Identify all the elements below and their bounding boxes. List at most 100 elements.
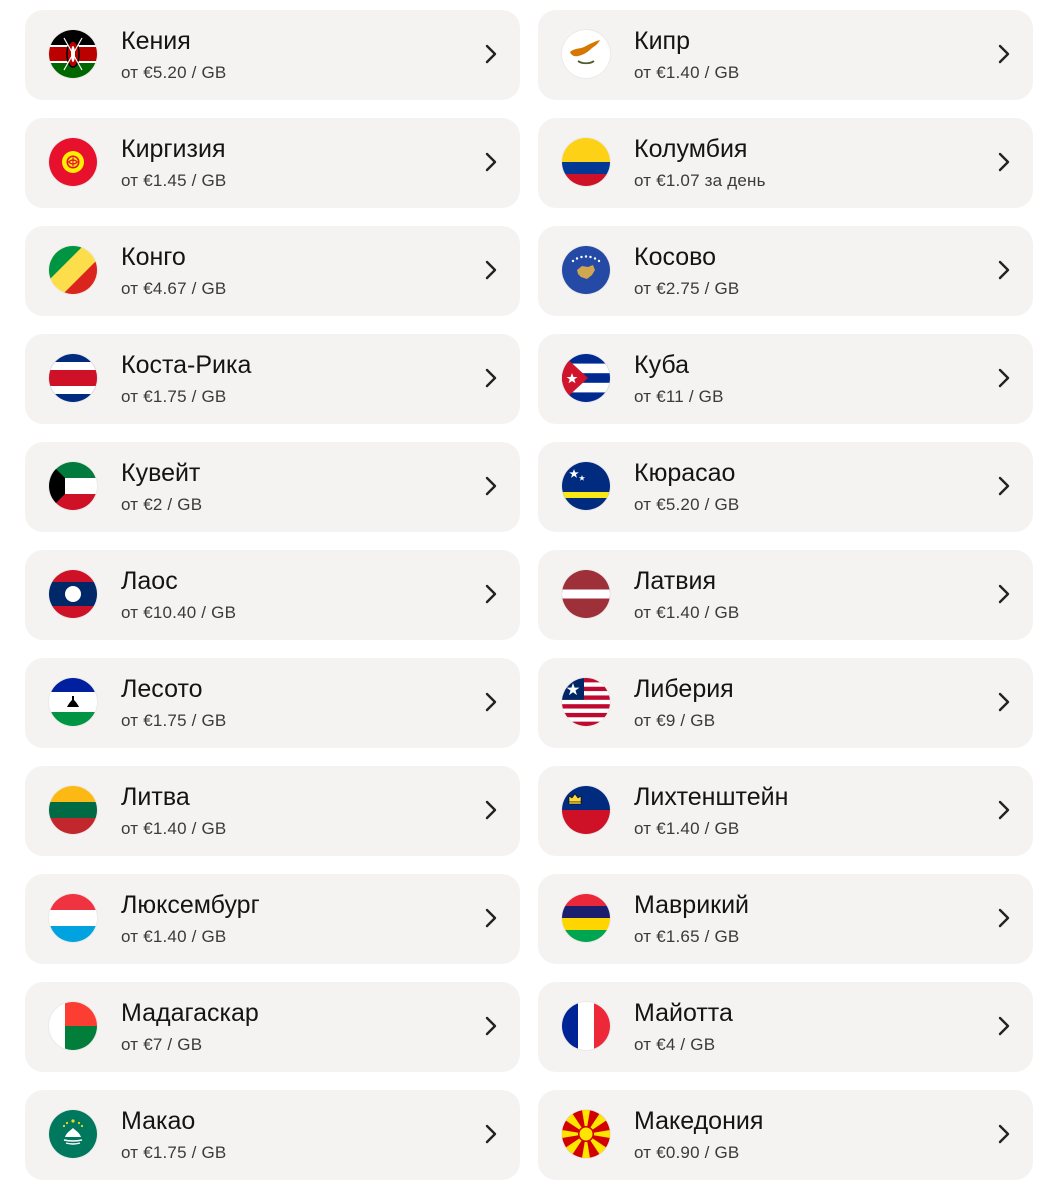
country-name: Макао (121, 1107, 196, 1135)
chevron-right-icon (484, 259, 498, 281)
chevron-right-icon (484, 583, 498, 605)
country-card-macedonia[interactable]: Македония от €0.90 / GB (538, 1090, 1033, 1180)
country-name: Кувейт (121, 459, 201, 487)
country-card-colombia[interactable]: Колумбия от €1.07 за день (538, 118, 1033, 208)
chevron-right-icon (997, 691, 1011, 713)
cyprus-flag-icon (562, 30, 610, 78)
madagascar-flag-icon (49, 1002, 97, 1050)
country-name: Конго (121, 243, 186, 271)
country-name: Маврикий (634, 891, 750, 919)
country-card-congo[interactable]: Конго от €4.67 / GB (25, 226, 520, 316)
country-price: от €1.40 / GB (634, 819, 740, 838)
country-price: от €5.20 / GB (634, 495, 740, 514)
country-name: Люксембург (121, 891, 260, 919)
chevron-right-icon (997, 1123, 1011, 1145)
country-price: от €1.65 / GB (634, 927, 740, 946)
lesotho-flag-icon (49, 678, 97, 726)
curacao-flag-icon (562, 462, 610, 510)
macau-flag-icon (49, 1110, 97, 1158)
country-name: Либерия (634, 675, 734, 703)
country-price: от €1.75 / GB (121, 711, 227, 730)
country-price: от €0.90 / GB (634, 1143, 740, 1162)
country-price: от €11 / GB (634, 387, 724, 406)
chevron-right-icon (484, 151, 498, 173)
country-price: от €1.40 / GB (121, 927, 227, 946)
chevron-right-icon (997, 367, 1011, 389)
chevron-right-icon (484, 799, 498, 821)
country-card-kuwait[interactable]: Кувейт от €2 / GB (25, 442, 520, 532)
laos-flag-icon (49, 570, 97, 618)
chevron-right-icon (997, 475, 1011, 497)
country-card-lesotho[interactable]: Лесото от €1.75 / GB (25, 658, 520, 748)
mauritius-flag-icon (562, 894, 610, 942)
country-card-kenya[interactable]: Кения от €5.20 / GB (25, 10, 520, 100)
kuwait-flag-icon (49, 462, 97, 510)
country-card-kyrgyzstan[interactable]: Киргизия от €1.45 / GB (25, 118, 520, 208)
chevron-right-icon (484, 1015, 498, 1037)
country-price: от €4.67 / GB (121, 279, 227, 298)
mayotte-flag-icon (562, 1002, 610, 1050)
country-card-luxembourg[interactable]: Люксембург от €1.40 / GB (25, 874, 520, 964)
country-price: от €4 / GB (634, 1035, 716, 1054)
kenya-flag-icon (49, 30, 97, 78)
country-card-lithuania[interactable]: Литва от €1.40 / GB (25, 766, 520, 856)
country-name: Колумбия (634, 135, 748, 163)
country-name: Куба (634, 351, 689, 379)
chevron-right-icon (997, 583, 1011, 605)
chevron-right-icon (997, 151, 1011, 173)
lithuania-flag-icon (49, 786, 97, 834)
country-card-liechtenstein[interactable]: Лихтенштейн от €1.40 / GB (538, 766, 1033, 856)
country-price: от €1.45 / GB (121, 171, 227, 190)
chevron-right-icon (997, 43, 1011, 65)
chevron-right-icon (484, 1123, 498, 1145)
country-price: от €1.75 / GB (121, 387, 227, 406)
country-card-macau[interactable]: Макао от €1.75 / GB (25, 1090, 520, 1180)
latvia-flag-icon (562, 570, 610, 618)
country-card-laos[interactable]: Лаос от €10.40 / GB (25, 550, 520, 640)
country-price: от €1.40 / GB (634, 603, 740, 622)
country-name: Литва (121, 783, 190, 811)
country-card-curacao[interactable]: Кюрасао от €5.20 / GB (538, 442, 1033, 532)
costa-rica-flag-icon (49, 354, 97, 402)
country-card-cyprus[interactable]: Кипр от €1.40 / GB (538, 10, 1033, 100)
country-card-mayotte[interactable]: Майотта от €4 / GB (538, 982, 1033, 1072)
country-name: Кения (121, 27, 191, 55)
macedonia-flag-icon (562, 1110, 610, 1158)
country-name: Лихтенштейн (634, 783, 789, 811)
chevron-right-icon (997, 799, 1011, 821)
country-name: Лаос (121, 567, 178, 595)
country-price: от €9 / GB (634, 711, 716, 730)
country-name: Киргизия (121, 135, 226, 163)
congo-flag-icon (49, 246, 97, 294)
kosovo-flag-icon (562, 246, 610, 294)
country-card-kosovo[interactable]: Косово от €2.75 / GB (538, 226, 1033, 316)
luxembourg-flag-icon (49, 894, 97, 942)
country-card-mauritius[interactable]: Маврикий от €1.65 / GB (538, 874, 1033, 964)
country-name: Коста-Рика (121, 351, 252, 379)
country-price: от €2 / GB (121, 495, 203, 514)
country-card-latvia[interactable]: Латвия от €1.40 / GB (538, 550, 1033, 640)
liechtenstein-flag-icon (562, 786, 610, 834)
country-name: Кипр (634, 27, 690, 55)
country-name: Мадагаскар (121, 999, 259, 1027)
chevron-right-icon (997, 259, 1011, 281)
country-price: от €1.75 / GB (121, 1143, 227, 1162)
chevron-right-icon (997, 1015, 1011, 1037)
country-list: Кения от €5.20 / GB Кипр от €1.40 / GB К… (25, 10, 1033, 1180)
kyrgyzstan-flag-icon (49, 138, 97, 186)
chevron-right-icon (484, 907, 498, 929)
country-price: от €2.75 / GB (634, 279, 740, 298)
country-card-cuba[interactable]: Куба от €11 / GB (538, 334, 1033, 424)
country-card-madagascar[interactable]: Мадагаскар от €7 / GB (25, 982, 520, 1072)
country-name: Косово (634, 243, 717, 271)
country-card-liberia[interactable]: Либерия от €9 / GB (538, 658, 1033, 748)
country-name: Латвия (634, 567, 716, 595)
colombia-flag-icon (562, 138, 610, 186)
country-price: от €10.40 / GB (121, 603, 237, 622)
chevron-right-icon (484, 475, 498, 497)
country-card-costa-rica[interactable]: Коста-Рика от €1.75 / GB (25, 334, 520, 424)
country-name: Кюрасао (634, 459, 736, 487)
country-price: от €1.40 / GB (121, 819, 227, 838)
country-price: от €7 / GB (121, 1035, 203, 1054)
chevron-right-icon (997, 907, 1011, 929)
